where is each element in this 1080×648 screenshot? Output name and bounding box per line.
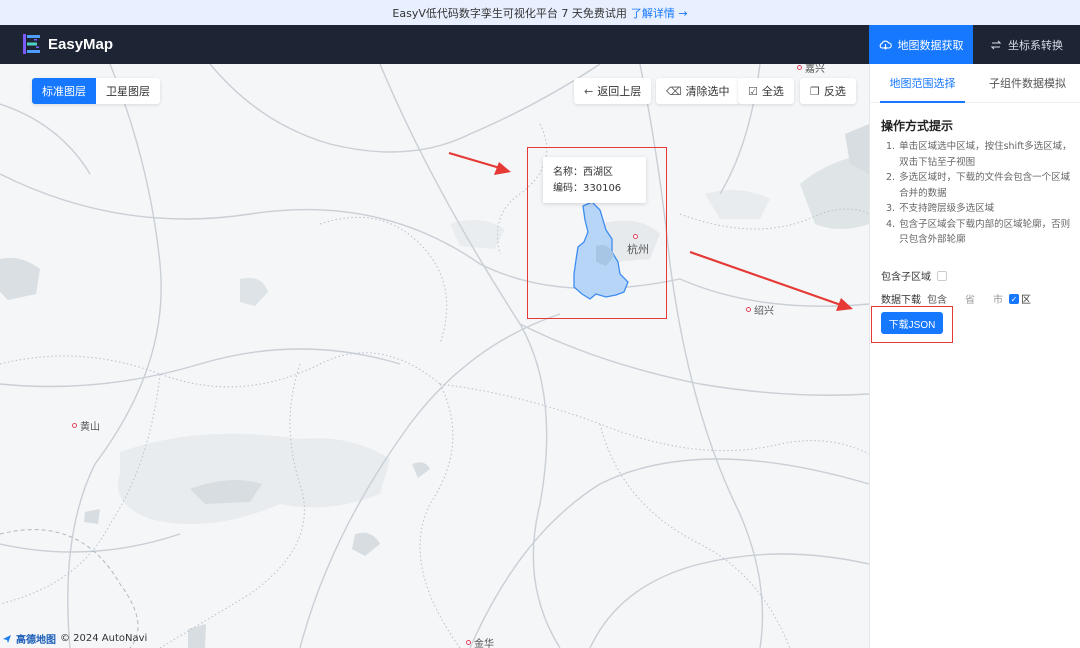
city-marker-icon [746, 307, 751, 312]
help-item: 1. 单击区域选中区域，按住shift多选区域，双击下钻至子视图 [886, 141, 1072, 168]
include-label: 包含 [927, 295, 947, 306]
annotation-box-download [871, 306, 953, 343]
map-copyright: © 2024 AutoNavi [60, 633, 148, 644]
standard-layer-tab[interactable]: 标准图层 [32, 78, 96, 104]
map-data-fetch-label: 地图数据获取 [897, 38, 964, 52]
clear-selection-button[interactable]: ⌫ 清除选中 [656, 78, 740, 104]
city-marker-icon [797, 65, 802, 70]
level-option-district[interactable]: ✓ 区 [1009, 291, 1031, 306]
city-marker-icon [466, 640, 471, 645]
annotation-box-map [527, 147, 667, 319]
invert-selection-button[interactable]: ❐ 反选 [800, 78, 856, 104]
include-subregion-label: 包含子区域 [881, 272, 931, 283]
side-panel: 地图范围选择 子组件数据模拟 操作方式提示 1. 单击区域选中区域，按住shift… [869, 64, 1080, 648]
easymap-logo-icon [23, 34, 40, 54]
place-jinhua-label: 金华 [474, 639, 494, 648]
place-jiaxing-label: 嘉兴 [805, 64, 825, 75]
help-list: 1. 单击区域选中区域，按住shift多选区域，双击下钻至子视图 2. 多选区域时，… [886, 139, 1072, 248]
select-all-label: 全选 [761, 85, 784, 98]
help-item: 4. 包含子区域会下载内部的区域轮廓，否则只包含外部轮廓 [886, 218, 1071, 246]
layer-toggle: 标准图层 卫星图层 [32, 78, 160, 104]
map-base-layer [0, 64, 869, 648]
amap-brand: 高德地图 [16, 635, 56, 646]
swap-icon [990, 40, 1002, 49]
place-huangshan-label: 黄山 [80, 422, 100, 433]
arrow-left-icon: ← [584, 84, 594, 98]
panel-tabs: 地图范围选择 子组件数据模拟 [870, 64, 1080, 103]
map-canvas[interactable]: 标准图层 卫星图层 ← 返回上层 ⌫ 清除选中 ☑ 全选 ❐ 反选 名称：西湖区… [0, 64, 869, 648]
help-item: 3. 不支持跨层级多选区域 [886, 203, 995, 214]
top-navbar: EasyMap 地图数据获取 坐标系转换 [0, 25, 1080, 64]
place-jinhua: 金华 [466, 635, 494, 648]
download-label: 数据下载 [881, 295, 921, 306]
satellite-layer-tab[interactable]: 卫星图层 [96, 78, 160, 104]
tab-map-range[interactable]: 地图范围选择 [870, 64, 975, 103]
promo-banner: EasyV低代码数字孪生可视化平台 7 天免费试用 了解详情 → [0, 0, 1080, 25]
amap-logo-icon [3, 634, 11, 643]
place-shaoxing: 绍兴 [746, 302, 774, 317]
clear-selection-label: 清除选中 [685, 85, 730, 98]
include-subregion-checkbox[interactable] [937, 270, 947, 281]
level-checkbox[interactable] [981, 293, 991, 304]
invert-selection-label: 反选 [823, 85, 846, 98]
city-marker-icon [72, 423, 77, 428]
banner-link[interactable]: 了解详情 → [631, 5, 688, 21]
cloud-download-icon [879, 39, 892, 50]
map-data-fetch-button[interactable]: 地图数据获取 [869, 25, 973, 64]
map-attribution: 高德地图 © 2024 AutoNavi [0, 631, 147, 646]
banner-text: EasyV低代码数字孪生可视化平台 7 天免费试用 [392, 6, 627, 20]
level-option-city[interactable]: 市 [981, 291, 1003, 306]
download-level-row: 数据下载 包含 省 市 ✓ 区 [881, 291, 1031, 306]
coordinate-convert-label: 坐标系转换 [1008, 38, 1063, 52]
back-up-label: 返回上层 [597, 85, 642, 98]
place-jiaxing: 嘉兴 [797, 64, 825, 75]
help-item: 2. 多选区域时，下载的文件会包含一个区域合并的数据 [886, 172, 1071, 199]
level-option-province[interactable]: 省 [953, 291, 975, 306]
check-icon[interactable]: ✓ [1009, 293, 1019, 304]
app-logo[interactable]: EasyMap [22, 33, 113, 55]
checkbox-icon: ☑ [748, 84, 758, 98]
place-huangshan: 黄山 [72, 418, 100, 433]
coordinate-convert-button[interactable]: 坐标系转换 [973, 25, 1080, 64]
app-name: EasyMap [48, 35, 114, 53]
include-subregion-row: 包含子区域 [881, 268, 947, 283]
copy-icon: ❐ [810, 84, 820, 98]
level-checkbox[interactable] [953, 293, 963, 304]
back-up-button[interactable]: ← 返回上层 [574, 78, 652, 104]
section-title: 操作方式提示 [881, 119, 954, 133]
eraser-icon: ⌫ [666, 84, 682, 98]
select-all-button[interactable]: ☑ 全选 [738, 78, 794, 104]
tab-subcomponent-mock[interactable]: 子组件数据模拟 [975, 64, 1080, 102]
place-shaoxing-label: 绍兴 [754, 306, 774, 317]
